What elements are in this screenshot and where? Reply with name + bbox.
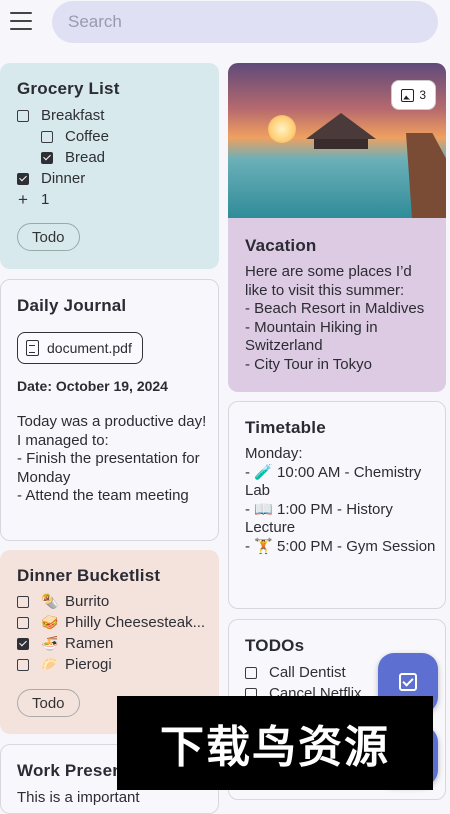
checklist-item[interactable]: 🌯 Burrito [17, 591, 219, 612]
checkbox-checked[interactable] [17, 172, 29, 185]
note-card-timetable[interactable]: Timetable Monday: - 🧪 10:00 AM - Chemist… [228, 401, 446, 609]
note-body: Monday: - 🧪 10:00 AM - Chemistry Lab - 📖… [245, 445, 436, 555]
sandwich-icon: 🥪 [41, 614, 59, 630]
checklist-item[interactable]: 🍜 Ramen [17, 633, 219, 654]
dumpling-icon: 🥟 [41, 656, 59, 672]
checkbox-checked[interactable] [41, 151, 53, 164]
checkbox[interactable] [41, 130, 53, 143]
note-title: Daily Journal [17, 296, 127, 315]
checklist-item[interactable]: Coffee [17, 126, 219, 147]
checkbox[interactable] [17, 109, 29, 122]
image-icon [401, 88, 415, 102]
vacation-photo[interactable]: 3 [228, 63, 446, 218]
note-body: Here are some places I’d like to visit t… [245, 263, 425, 373]
checklist-item[interactable]: 🥪 Philly Cheesesteak... [17, 612, 219, 633]
checkbox-checked[interactable] [17, 637, 29, 650]
image-count-badge[interactable]: 3 [391, 80, 436, 110]
note-card-grocery[interactable]: Grocery List Breakfast Coffee Bread Dinn… [0, 63, 219, 269]
note-body: This is a important [17, 789, 140, 806]
menu-icon[interactable] [10, 12, 32, 30]
search-placeholder: Search [68, 12, 122, 31]
checkbox[interactable] [245, 666, 257, 679]
checkbox-icon [399, 673, 417, 691]
checkbox[interactable] [17, 658, 29, 671]
burrito-icon: 🌯 [41, 593, 59, 609]
ramen-icon: 🍜 [41, 635, 59, 651]
search-input[interactable]: Search [52, 1, 438, 43]
label-chip-todo[interactable]: Todo [17, 223, 80, 251]
journal-date: Date: October 19, 2024 [17, 378, 168, 394]
note-body: Today was a productive day! I managed to… [17, 413, 207, 505]
note-card-vacation[interactable]: 3 Vacation Here are some places I’d like… [228, 63, 446, 392]
checkbox[interactable] [17, 595, 29, 608]
checkbox[interactable] [17, 616, 29, 629]
label-chip-todo[interactable]: Todo [17, 689, 80, 717]
hut-graphic [306, 113, 376, 139]
note-card-journal[interactable]: Daily Journal document.pdf Date: October… [0, 279, 219, 541]
checklist-item[interactable]: Bread [17, 147, 219, 168]
attachment-chip[interactable]: document.pdf [17, 332, 143, 364]
top-bar: Search [0, 0, 450, 48]
sun-graphic [268, 115, 296, 143]
note-title: Grocery List [17, 79, 120, 98]
note-title: Timetable [245, 418, 326, 437]
pier-graphic [406, 133, 446, 218]
more-items-row[interactable]: +1 [17, 189, 219, 210]
checklist-item[interactable]: Dinner [17, 168, 219, 189]
plus-icon: + [18, 190, 28, 209]
file-icon [26, 340, 39, 356]
note-title: Vacation [245, 236, 317, 255]
note-title: Dinner Bucketlist [17, 566, 161, 585]
checklist-item[interactable]: Breakfast [17, 105, 219, 126]
checklist-item[interactable]: 🥟 Pierogi [17, 654, 219, 675]
watermark-banner: 下载鸟资源 [117, 696, 433, 790]
